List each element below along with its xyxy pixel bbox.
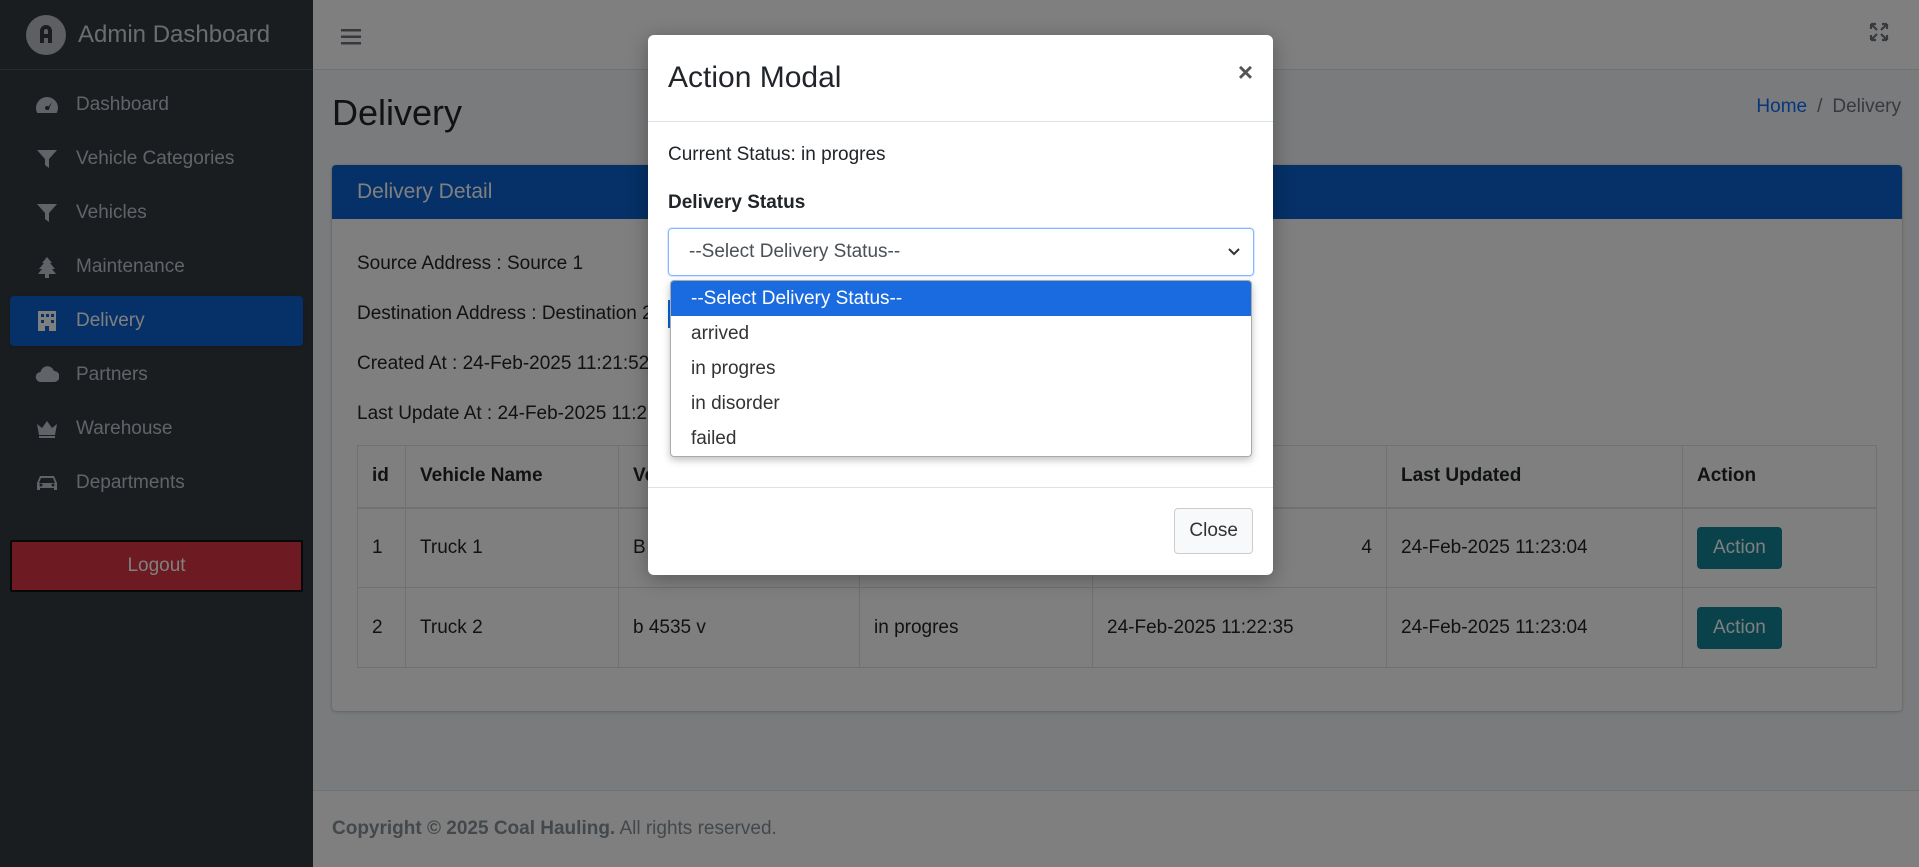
option-select-placeholder[interactable]: --Select Delivery Status-- (671, 281, 1251, 316)
close-icon[interactable]: × (1238, 57, 1253, 88)
delivery-status-label: Delivery Status (668, 192, 806, 213)
option-in-disorder[interactable]: in disorder (671, 386, 1251, 421)
modal-footer: Close (648, 487, 1273, 575)
modal-body: Current Status: in progres Delivery Stat… (648, 122, 1273, 298)
close-button[interactable]: Close (1174, 508, 1253, 554)
select-value: --Select Delivery Status-- (689, 241, 901, 262)
option-in-progres[interactable]: in progres (671, 351, 1251, 386)
chevron-down-icon (1227, 243, 1241, 265)
current-status: Current Status: in progres (668, 144, 886, 165)
delivery-status-select[interactable]: --Select Delivery Status-- (668, 228, 1254, 276)
option-arrived[interactable]: arrived (671, 316, 1251, 351)
delivery-status-options: --Select Delivery Status-- arrived in pr… (670, 280, 1252, 457)
modal-title: Action Modal (668, 61, 842, 94)
action-modal: Action Modal × Current Status: in progre… (648, 35, 1273, 575)
modal-header: Action Modal × (648, 35, 1273, 122)
option-failed[interactable]: failed (671, 421, 1251, 456)
